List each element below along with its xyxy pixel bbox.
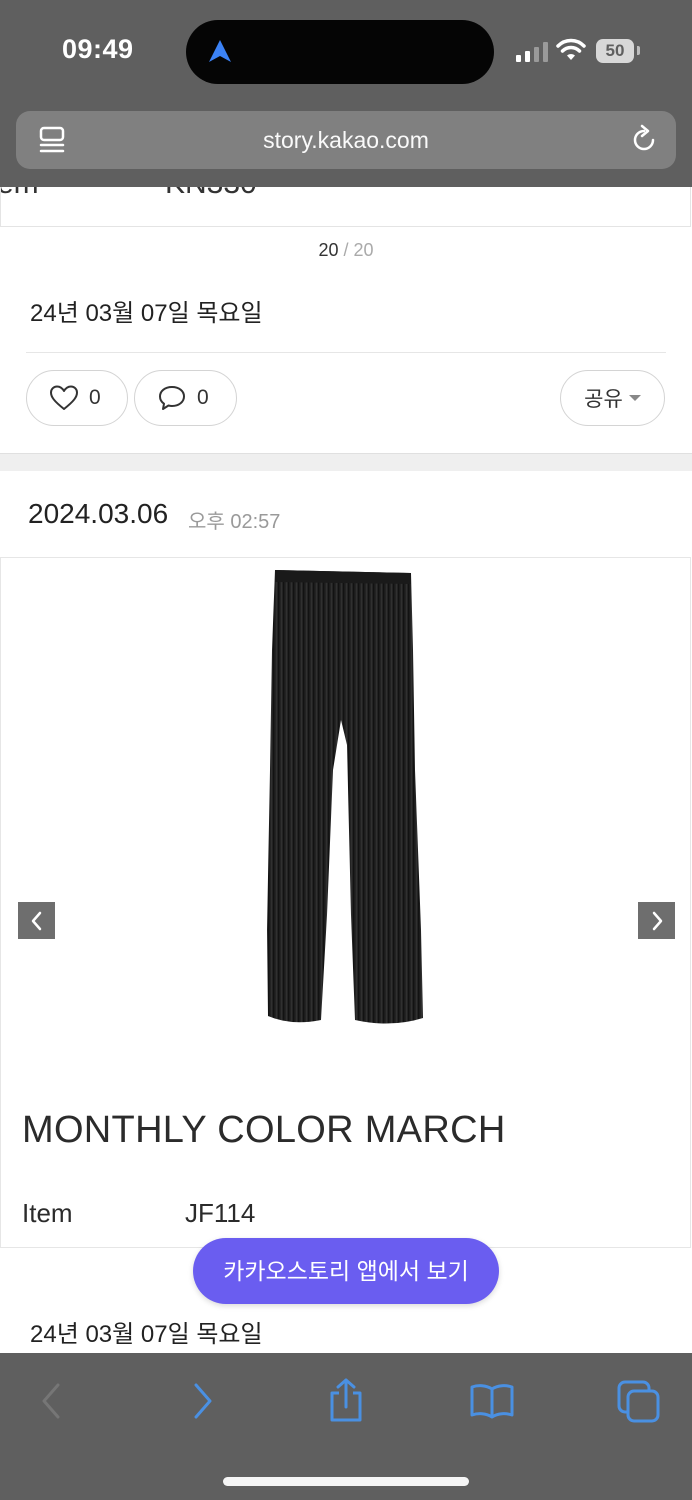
cut-off-slide-row: em KN330	[0, 187, 691, 227]
forward-icon[interactable]	[188, 1381, 216, 1421]
previous-post-card: em KN330 20 / 20 24년 03월 07일 목요일 0 0 공유	[0, 187, 692, 453]
post-separator	[0, 453, 692, 471]
reload-icon[interactable]	[628, 124, 660, 156]
cut-off-item-label: em	[1, 187, 39, 201]
next-slide-button[interactable]	[638, 902, 675, 939]
slide-title: MONTHLY COLOR MARCH	[22, 1109, 506, 1151]
item-label: Item	[22, 1198, 73, 1228]
cut-off-item-value: KN330	[165, 187, 257, 201]
comment-button[interactable]: 0	[134, 370, 237, 426]
open-in-app-button[interactable]: 카카오스토리 앱에서 보기	[193, 1238, 499, 1304]
back-icon[interactable]	[38, 1381, 66, 1421]
location-arrow-icon	[209, 40, 231, 62]
divider	[26, 352, 666, 353]
battery-nub	[637, 46, 640, 55]
caret-down-icon	[628, 395, 641, 401]
previous-slide-button[interactable]	[18, 902, 55, 939]
like-count: 0	[89, 386, 101, 409]
heart-icon	[50, 385, 78, 410]
post-date[interactable]: 2024.03.06	[28, 498, 168, 530]
bookmarks-icon[interactable]	[468, 1381, 516, 1421]
item-value: JF114	[185, 1198, 256, 1228]
slide-current: 20	[318, 240, 339, 260]
chevron-right-icon	[652, 911, 662, 930]
home-indicator[interactable]	[223, 1477, 469, 1486]
share-icon[interactable]	[326, 1377, 366, 1423]
chevron-left-icon	[31, 911, 41, 930]
wifi-icon	[556, 38, 586, 60]
url-text[interactable]: story.kakao.com	[16, 111, 676, 169]
post-time: 오후 02:57	[188, 511, 281, 533]
battery-icon: 50	[596, 39, 634, 63]
share-button[interactable]: 공유	[560, 370, 665, 426]
post-weekday-date: 24년 03월 07일 목요일	[30, 1321, 263, 1348]
pleated-pants-image	[267, 570, 423, 1024]
status-time: 09:49	[62, 34, 134, 64]
comment-count: 0	[197, 386, 209, 409]
signal-icon	[516, 42, 548, 62]
tabs-icon[interactable]	[616, 1379, 662, 1425]
browser-top-chrome: 09:49 50 story.kakao.com	[0, 0, 692, 187]
address-bar[interactable]: story.kakao.com	[16, 111, 676, 169]
slide-total: 20	[353, 240, 374, 260]
slide-separator: /	[343, 240, 349, 260]
share-label: 공유	[584, 388, 623, 411]
slide-counter: 20 / 20	[0, 240, 692, 261]
post-weekday-date: 24년 03월 07일 목요일	[30, 300, 263, 327]
image-slider[interactable]: MONTHLY COLOR MARCH Item JF114	[0, 557, 691, 1248]
battery-level: 50	[605, 41, 625, 60]
like-button[interactable]: 0	[26, 370, 128, 426]
comment-icon	[159, 386, 185, 410]
